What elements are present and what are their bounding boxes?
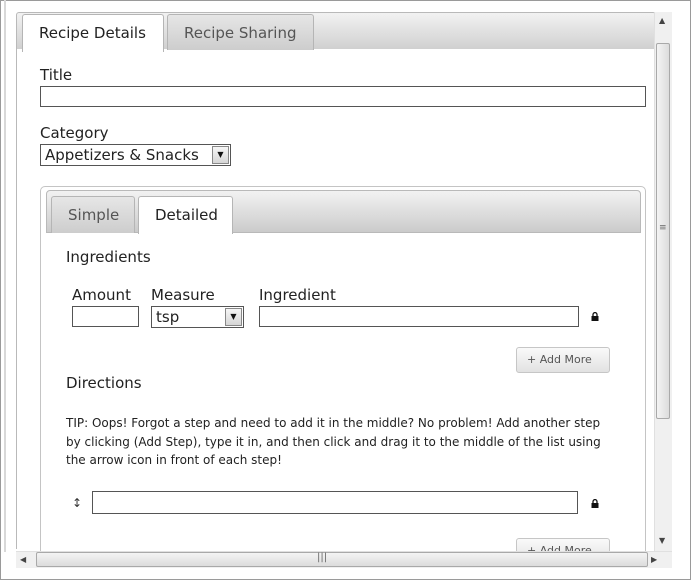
category-label: Category: [40, 124, 109, 142]
scroll-right-arrow-icon[interactable]: ▶: [651, 555, 657, 564]
grip-icon: |||: [317, 552, 328, 563]
add-more-ingredient-button[interactable]: + Add More: [516, 347, 610, 373]
measure-column-header: Measure: [151, 286, 215, 304]
scroll-left-arrow-icon[interactable]: ◀: [20, 555, 26, 564]
scroll-up-arrow-icon[interactable]: ▲: [659, 16, 665, 25]
category-selected-value: Appetizers & Snacks: [45, 146, 199, 164]
ingredients-heading: Ingredients: [66, 248, 151, 266]
amount-column-header: Amount: [72, 286, 131, 304]
title-label: Title: [40, 66, 73, 84]
tab-recipe-sharing[interactable]: Recipe Sharing: [167, 14, 314, 50]
lock-icon[interactable]: [591, 312, 599, 321]
tab-recipe-details[interactable]: Recipe Details: [22, 14, 164, 52]
title-input[interactable]: [40, 86, 646, 107]
left-divider: [4, 0, 6, 552]
grip-icon: ≡: [659, 223, 667, 233]
inner-tab-bar: [46, 190, 641, 233]
category-select[interactable]: Appetizers & Snacks ▼: [40, 144, 231, 166]
directions-tip: TIP: Oops! Forgot a step and need to add…: [66, 416, 601, 467]
tab-detailed[interactable]: Detailed: [138, 196, 233, 234]
horizontal-scroll-thumb[interactable]: [36, 552, 648, 567]
chevron-down-icon[interactable]: ▼: [212, 146, 229, 164]
direction-step-input[interactable]: [92, 491, 578, 514]
ingredient-column-header: Ingredient: [259, 286, 336, 304]
scroll-down-arrow-icon[interactable]: ▼: [659, 536, 665, 545]
lock-icon[interactable]: [591, 499, 599, 508]
add-step-button-clip: + Add More: [516, 538, 610, 551]
tab-simple[interactable]: Simple: [51, 196, 135, 233]
amount-input[interactable]: [72, 306, 139, 327]
directions-heading: Directions: [66, 374, 142, 392]
measure-select[interactable]: tsp ▼: [151, 306, 244, 328]
chevron-down-icon[interactable]: ▼: [225, 308, 242, 326]
ingredient-input[interactable]: [259, 306, 579, 327]
add-more-step-button[interactable]: + Add More: [516, 538, 610, 551]
drag-handle-icon[interactable]: ↕: [72, 496, 82, 510]
measure-selected-value: tsp: [156, 308, 180, 326]
